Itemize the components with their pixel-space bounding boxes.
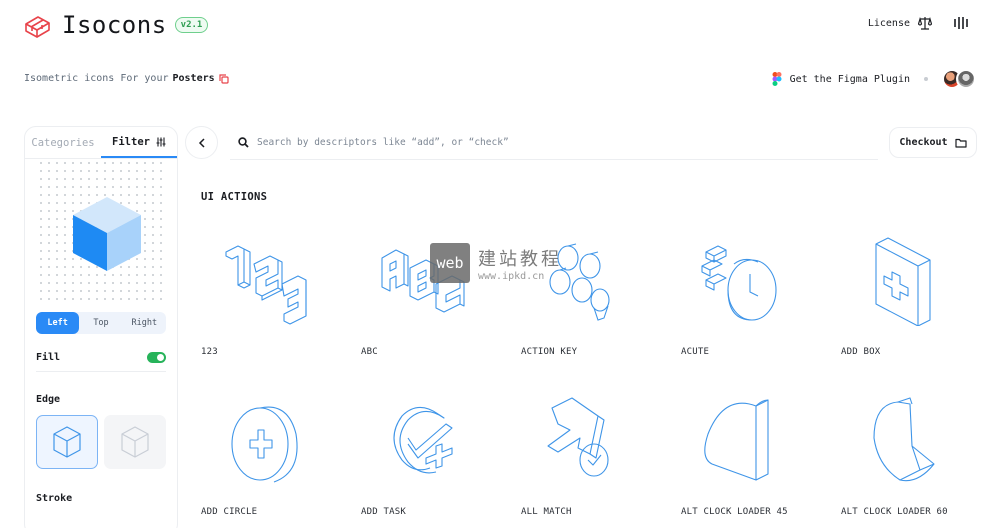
tagline: Isometric icons For your Posters: [24, 73, 229, 84]
icon-card-alt-clock-loader-45[interactable]: ALT CLOCK LOADER 45: [680, 386, 840, 528]
scale-icon: [918, 16, 932, 30]
license-label: License: [867, 17, 910, 29]
tab-categories[interactable]: Categories: [25, 127, 101, 158]
icon-card-add-task[interactable]: ADD TASK: [360, 386, 520, 528]
edge-option-soft[interactable]: [104, 415, 166, 469]
app-logo[interactable]: Isocons v2.1: [22, 10, 209, 40]
tab-filter[interactable]: Filter: [101, 127, 177, 158]
icon-preview: [35, 159, 167, 304]
chevron-left-icon: [198, 137, 205, 148]
figma-icon: [772, 72, 782, 86]
fill-toggle[interactable]: [147, 352, 166, 363]
icon-label: 123: [201, 347, 218, 357]
figma-plugin-bar: Get the Figma Plugin: [772, 69, 976, 89]
tagline-highlight[interactable]: Posters: [173, 73, 215, 84]
separator-dot: [924, 77, 928, 81]
search-icon: [238, 137, 249, 148]
icon-card-all-match[interactable]: ALL MATCH: [520, 386, 680, 528]
cube-soft-icon: [121, 426, 149, 458]
edge-label: Edge: [36, 394, 61, 405]
clock-loader-45-icon: [704, 399, 769, 481]
icon-label: ACUTE: [681, 347, 710, 357]
watermark: web 建站教程 www.ipkd.cn: [430, 243, 562, 283]
tab-label: Categories: [31, 136, 95, 149]
icon-label: ADD TASK: [361, 507, 406, 517]
edge-option-outlined[interactable]: [36, 415, 98, 469]
icon-card-add-box[interactable]: ADD BOX: [840, 226, 1000, 386]
avatars[interactable]: [942, 69, 976, 89]
back-button[interactable]: [185, 126, 218, 159]
search-input[interactable]: [257, 137, 817, 148]
icon-grid: 123 ABC ACTION KEY ACUTE ADD BOX ADD CIR…: [200, 226, 1000, 528]
numbers-123-icon: [225, 245, 307, 325]
icon-card-123[interactable]: 123: [200, 226, 360, 386]
sidebar-tabs: Categories Filter: [25, 127, 177, 159]
icon-label: ALT CLOCK LOADER 45: [681, 507, 788, 517]
search-bar: [230, 126, 878, 160]
acute-clock-icon: [701, 245, 777, 321]
app-title: Isocons: [62, 11, 167, 39]
clock-loader-60-icon: [873, 397, 935, 482]
isocons-logo-icon: [25, 16, 50, 38]
view-angle-selector: Left Top Right: [36, 312, 166, 334]
icon-card-alt-clock-loader-60[interactable]: ALT CLOCK LOADER 60: [840, 386, 1000, 528]
icon-label: ADD BOX: [841, 347, 881, 357]
avatar: [956, 69, 976, 89]
view-left-button[interactable]: Left: [36, 312, 80, 334]
tagline-prefix: Isometric icons For your: [24, 73, 169, 84]
watermark-url: www.ipkd.cn: [478, 270, 545, 282]
icon-label: ALT CLOCK LOADER 60: [841, 507, 948, 517]
cube-outline-icon: [53, 426, 81, 458]
license-link[interactable]: License: [868, 16, 932, 30]
icon-label: ALL MATCH: [521, 507, 572, 517]
menu-button[interactable]: [954, 16, 968, 30]
all-match-icon: [547, 397, 609, 477]
filter-sidebar: Categories Filter Left Top Right Fill Ed…: [24, 126, 178, 528]
view-top-button[interactable]: Top: [79, 312, 122, 334]
sliders-icon: [156, 137, 166, 146]
edge-options: [36, 415, 166, 469]
watermark-text: 建站教程 www.ipkd.cn: [478, 245, 562, 282]
figma-plugin-link[interactable]: Get the Figma Plugin: [790, 74, 910, 85]
icon-label: ADD CIRCLE: [201, 507, 258, 517]
cube-preview-icon: [73, 197, 141, 271]
watermark-chinese: 建站教程: [478, 248, 562, 270]
section-title: UI ACTIONS: [201, 191, 268, 203]
add-task-icon: [393, 406, 453, 474]
fill-setting: Fill: [36, 352, 166, 372]
tab-label: Filter: [112, 135, 150, 148]
stroke-label: Stroke: [36, 493, 73, 504]
fill-label: Fill: [36, 352, 61, 363]
icon-label: ABC: [361, 347, 378, 357]
add-box-icon: [875, 237, 931, 326]
equalizer-bars-icon: [954, 17, 968, 29]
icon-card-add-circle[interactable]: ADD CIRCLE: [200, 386, 360, 528]
checkout-label: Checkout: [899, 137, 948, 148]
copy-icon[interactable]: [219, 73, 229, 84]
icon-label: ACTION KEY: [521, 347, 578, 357]
header-actions: License: [868, 16, 968, 30]
checkout-button[interactable]: Checkout: [889, 127, 977, 158]
view-right-button[interactable]: Right: [123, 312, 166, 334]
watermark-logo: web: [430, 243, 470, 283]
folder-icon: [954, 138, 967, 148]
add-circle-icon: [231, 406, 298, 483]
icon-card-acute[interactable]: ACUTE: [680, 226, 840, 386]
version-badge: v2.1: [174, 17, 209, 33]
